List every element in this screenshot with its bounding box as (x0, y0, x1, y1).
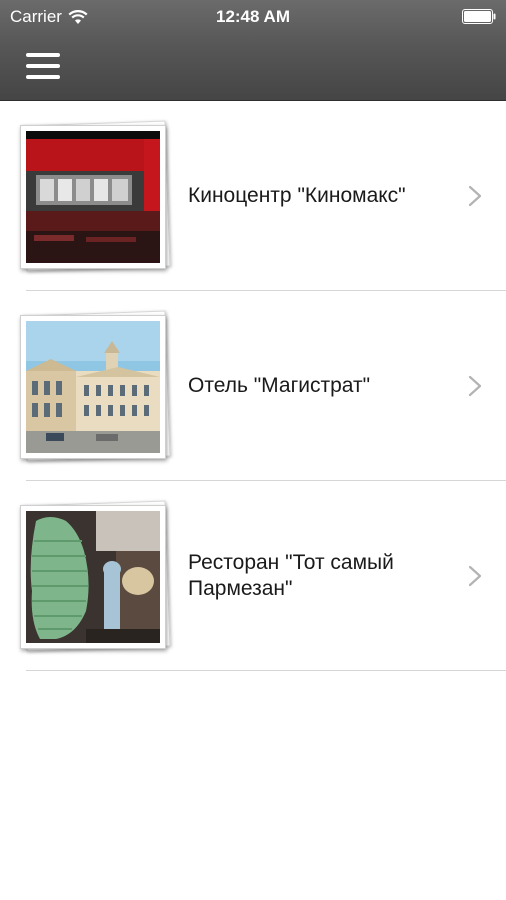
places-list: Киноцентр "Киномакс" Отель "Магистрат" Р… (0, 101, 506, 671)
item-thumbnail (18, 500, 171, 653)
hamburger-menu-icon[interactable] (26, 53, 60, 79)
item-thumbnail (18, 120, 171, 273)
chevron-right-icon (468, 565, 482, 587)
list-item[interactable]: Киноцентр "Киномакс" (0, 101, 506, 291)
restaurant-photo-art (26, 511, 160, 643)
chevron-right-icon (468, 185, 482, 207)
item-label: Киноцентр "Киномакс" (188, 184, 406, 207)
row-separator (26, 670, 506, 671)
list-item[interactable]: Ресторан "Тот самый Пармезан" (0, 481, 506, 671)
cinema-building-photo (20, 125, 166, 269)
item-label: Ресторан "Тот самый Пармезан" (188, 551, 394, 600)
battery-icon (462, 9, 496, 24)
hotel-photo-art (26, 321, 160, 453)
item-label: Отель "Магистрат" (188, 374, 371, 397)
menu-line (26, 64, 60, 68)
chevron-right-icon (468, 375, 482, 397)
status-time: 12:48 AM (215, 7, 290, 26)
screen: Carrier 12:48 AM Киноцентр "Киномакс" От… (0, 0, 506, 900)
item-thumbnail (18, 310, 171, 463)
menu-line (26, 53, 60, 57)
cinema-photo-art (26, 131, 160, 263)
restaurant-interior-photo (20, 505, 166, 649)
status-bar: Carrier 12:48 AM (0, 0, 506, 34)
top-bar: Carrier 12:48 AM (0, 0, 506, 101)
menu-line (26, 75, 60, 79)
hotel-building-photo (20, 315, 166, 459)
list-item[interactable]: Отель "Магистрат" (0, 291, 506, 481)
